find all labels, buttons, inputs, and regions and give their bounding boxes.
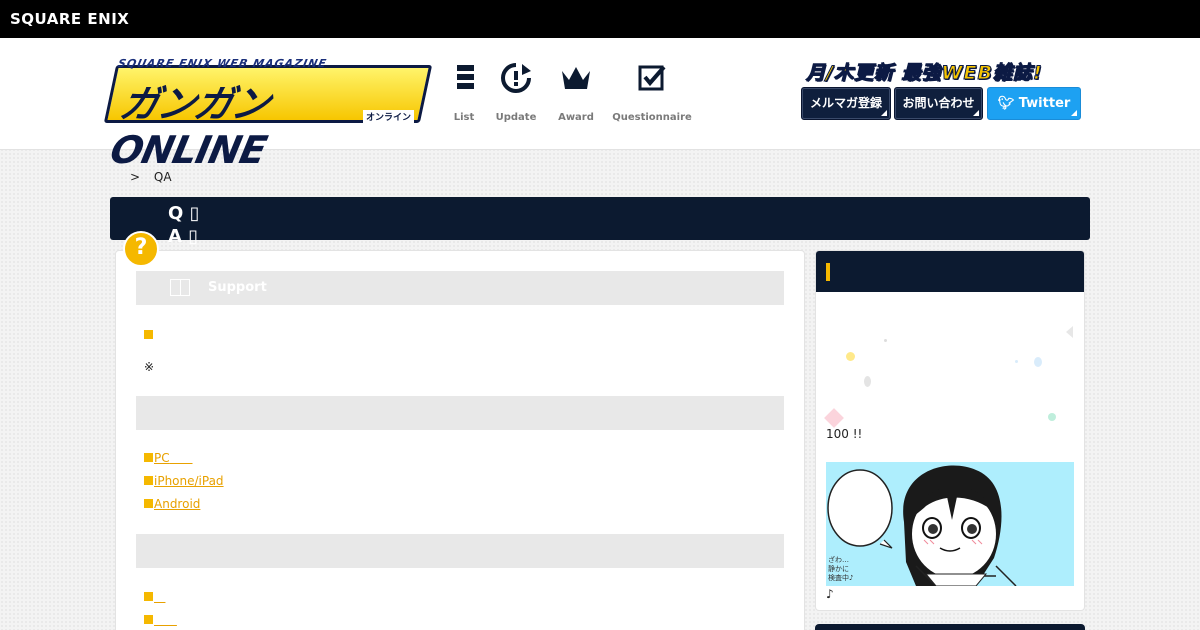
contact-button[interactable]: お問い合わせ — [894, 87, 983, 120]
faq-link[interactable] — [144, 590, 165, 604]
page-title-q: Q ▯ — [168, 203, 200, 224]
checkbox-icon — [638, 65, 666, 91]
side-panel: 100 !! ざわ… 静かに 検査中♪ ♪ — [815, 250, 1085, 611]
faq-link[interactable] — [144, 328, 168, 342]
gangan-online-logo[interactable]: ガンガンONLINE SQUARE ENIX WEB MAGAZINE オンライ… — [103, 57, 433, 172]
twitter-label: Twitter — [1018, 96, 1071, 111]
next-side-panel-header — [815, 624, 1085, 630]
side-text: 100 !! — [826, 427, 863, 441]
breadcrumb-current: QA — [153, 170, 172, 184]
faq-panel: Support ※ PC iPhone/iPad Android — [115, 250, 805, 630]
breadcrumb: > QA — [130, 170, 172, 184]
manga-illustration — [827, 465, 1017, 586]
twitter-button[interactable]: 🐦︎ Twitter — [987, 87, 1081, 120]
header-accent-bar — [826, 263, 830, 281]
brand-bar: SQUARE ENIX — [0, 0, 1200, 38]
page-title-bar: Q ▯ A ▯ — [110, 197, 1090, 247]
section-header-environment — [136, 396, 784, 430]
tagline: 月/木更新 最強WEB雑誌! — [806, 62, 1043, 85]
twitter-icon: 🐦︎ — [997, 96, 1015, 111]
site-header: ガンガンONLINE SQUARE ENIX WEB MAGAZINE オンライ… — [0, 38, 1200, 172]
side-note: ♪ — [826, 587, 834, 601]
logo-kana: オンライン — [362, 110, 414, 123]
note-mark: ※ — [144, 360, 155, 374]
faq-link-iphone[interactable]: iPhone/iPad — [144, 474, 224, 488]
square-enix-logo[interactable]: SQUARE ENIX — [10, 10, 129, 28]
faq-link[interactable] — [144, 613, 177, 627]
update-icon — [501, 63, 531, 93]
question-icon: ? — [123, 231, 159, 267]
manga-caption: ざわ… 静かに 検査中♪ — [828, 556, 854, 582]
nav-questionnaire[interactable]: Questionnaire — [607, 62, 697, 123]
faq-link-pc[interactable]: PC — [144, 451, 193, 465]
crown-icon — [562, 67, 590, 89]
newsletter-button[interactable]: メルマガ登録 — [801, 87, 891, 120]
nav-questionnaire-label: Questionnaire — [612, 112, 692, 123]
manga-banner[interactable]: ざわ… 静かに 検査中♪ — [826, 462, 1074, 586]
section-header-other — [136, 534, 784, 568]
logo-subtitle: SQUARE ENIX WEB MAGAZINE — [116, 57, 329, 70]
side-panel-header — [816, 251, 1084, 292]
page-title-a: A ▯ — [168, 226, 199, 247]
section-header-support: Support — [136, 271, 784, 305]
faq-link-android[interactable]: Android — [144, 497, 200, 511]
breadcrumb-separator: > — [130, 170, 141, 184]
section-title: Support — [208, 280, 267, 295]
